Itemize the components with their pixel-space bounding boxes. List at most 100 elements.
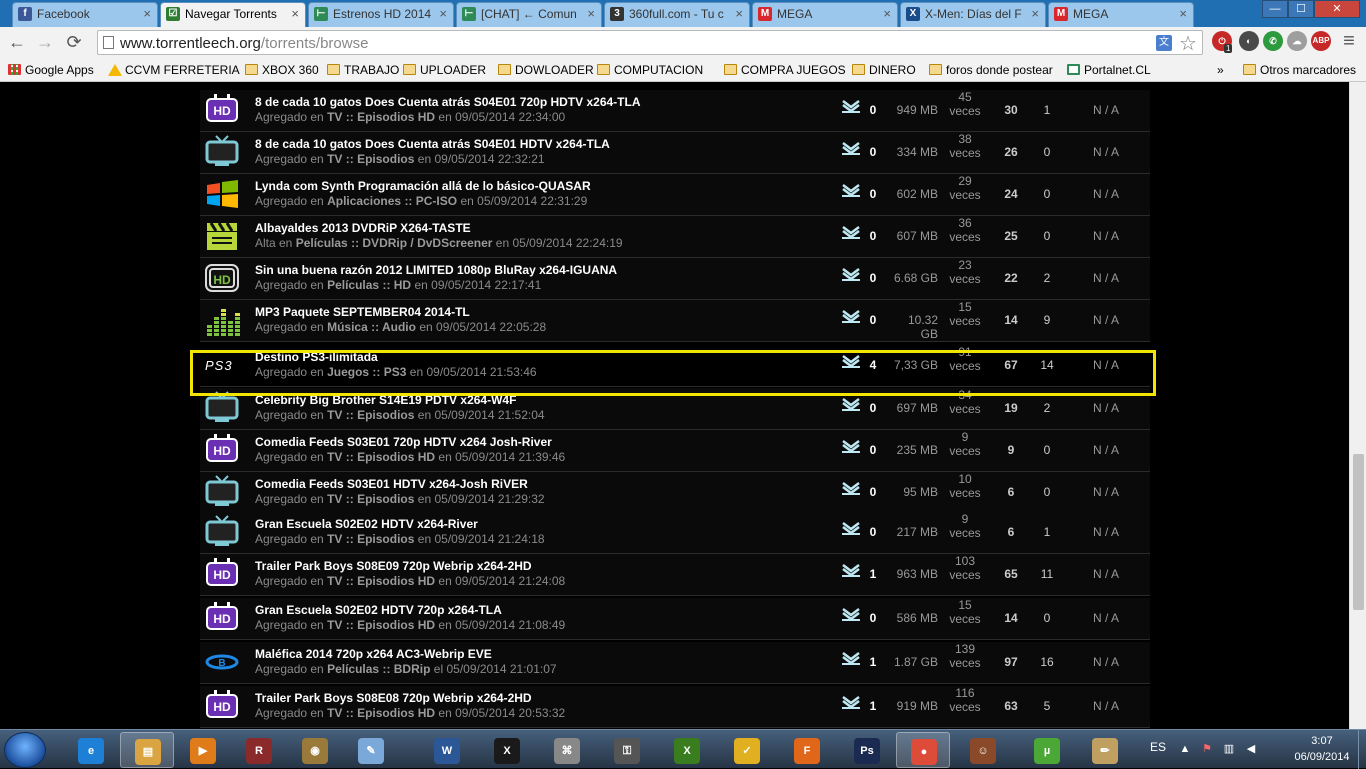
extension-icon[interactable]: ◐ bbox=[1239, 31, 1259, 51]
taskbar-usb-button[interactable]: ⚿ bbox=[600, 732, 654, 768]
torrent-row[interactable]: HD Sin una buena razón 2012 LIMITED 1080p… bbox=[200, 258, 1150, 300]
torrent-row[interactable]: B Maléfica 2014 720p x264 AC3-Webrip EVE A… bbox=[200, 642, 1150, 684]
category-link[interactable]: Aplicaciones :: PC-ISO bbox=[327, 194, 457, 208]
action-center-icon[interactable]: ⚑ bbox=[1200, 742, 1214, 756]
category-link[interactable]: TV :: Episodios bbox=[327, 152, 414, 166]
bookmark-6[interactable]: DOWLOADER bbox=[498, 62, 594, 78]
clock[interactable]: 3:07 06/09/2014 bbox=[1292, 733, 1352, 765]
torrent-row[interactable]: HD Comedia Feeds S03E01 720p HDTV x264 Jo… bbox=[200, 430, 1150, 472]
bookmark-3[interactable]: XBOX 360 bbox=[245, 62, 319, 78]
comments-count[interactable]: 0 bbox=[866, 485, 880, 499]
tab-1[interactable]: f Facebook × bbox=[12, 2, 158, 27]
vertical-scrollbar[interactable] bbox=[1349, 82, 1366, 729]
volume-icon[interactable]: ◀ bbox=[1244, 742, 1258, 756]
comments-count[interactable]: 0 bbox=[866, 401, 880, 415]
torrent-title-link[interactable]: Maléfica 2014 720p x264 AC3-Webrip EVE bbox=[255, 647, 492, 661]
taskbar-ie-button[interactable]: e bbox=[64, 732, 118, 768]
bookmark-13[interactable]: Otros marcadores bbox=[1243, 62, 1356, 78]
hangouts-icon[interactable]: ✆ bbox=[1263, 31, 1283, 51]
tab-close-icon[interactable]: × bbox=[291, 3, 299, 25]
show-desktop-button[interactable] bbox=[1358, 730, 1366, 769]
bookmark-star-icon[interactable]: ☆ bbox=[1179, 31, 1197, 56]
language-indicator[interactable]: ES bbox=[1150, 740, 1166, 754]
torrent-title-link[interactable]: Gran Escuela S02E02 HDTV x264-River bbox=[255, 517, 478, 531]
download-icon[interactable] bbox=[841, 397, 861, 411]
url-text[interactable]: www.torrentleech.org/torrents/browse bbox=[120, 35, 368, 52]
taskbar-chrome-button[interactable]: ● bbox=[896, 732, 950, 768]
torrent-row[interactable]: HD Trailer Park Boys S08E09 720p Webrip x… bbox=[200, 554, 1150, 596]
comments-count[interactable]: 0 bbox=[866, 525, 880, 539]
category-link[interactable]: Música :: Audio bbox=[327, 320, 416, 334]
category-link[interactable]: TV :: Episodios HD bbox=[327, 706, 435, 720]
torrent-title-link[interactable]: 8 de cada 10 gatos Does Cuenta atrás S04… bbox=[255, 137, 610, 151]
taskbar-winrar-button[interactable]: R bbox=[232, 732, 286, 768]
torrent-title-link[interactable]: 8 de cada 10 gatos Does Cuenta atrás S04… bbox=[255, 95, 641, 109]
torrent-row[interactable]: MP3 Paquete SEPTEMBER04 2014-TL Agregado … bbox=[200, 300, 1150, 342]
torrent-row[interactable]: 8 de cada 10 gatos Does Cuenta atrás S04… bbox=[200, 132, 1150, 174]
bookmark-8[interactable]: COMPRA JUEGOS bbox=[724, 62, 846, 78]
translate-icon[interactable]: 文 bbox=[1156, 35, 1172, 51]
tab-2[interactable]: ☑ Navegar Torrents × bbox=[160, 2, 306, 27]
taskbar-firefox-button[interactable]: F bbox=[780, 732, 834, 768]
download-icon[interactable] bbox=[841, 607, 861, 621]
torrent-title-link[interactable]: Sin una buena razón 2012 LIMITED 1080p B… bbox=[255, 263, 617, 277]
comments-count[interactable]: 0 bbox=[866, 313, 880, 327]
taskbar-notes-button[interactable]: ✎ bbox=[344, 732, 398, 768]
torrent-title-link[interactable]: Comedia Feeds S03E01 HDTV x264-Josh RiVE… bbox=[255, 477, 528, 491]
network-icon[interactable]: ▥ bbox=[1222, 742, 1236, 756]
comments-count[interactable]: 0 bbox=[866, 271, 880, 285]
window-maximize-button[interactable]: ☐ bbox=[1288, 0, 1314, 18]
torrent-row[interactable]: HD 8 de cada 10 gatos Does Cuenta atrás S… bbox=[200, 90, 1150, 132]
taskbar-word-button[interactable]: W bbox=[420, 732, 474, 768]
comments-count[interactable]: 1 bbox=[866, 655, 880, 669]
torrent-title-link[interactable]: Comedia Feeds S03E01 720p HDTV x264 Josh… bbox=[255, 435, 552, 449]
tab-close-icon[interactable]: × bbox=[1179, 3, 1187, 25]
bookmark-10[interactable]: foros donde postear bbox=[929, 62, 1053, 78]
torrent-title-link[interactable]: Albayaldes 2013 DVDRiP X264-TASTE bbox=[255, 221, 471, 235]
taskbar-paint-button[interactable]: ✏ bbox=[1078, 732, 1132, 768]
download-icon[interactable] bbox=[841, 481, 861, 495]
window-minimize-button[interactable]: — bbox=[1262, 0, 1288, 18]
bookmark-1[interactable]: Google Apps bbox=[8, 62, 94, 78]
comments-count[interactable]: 0 bbox=[866, 187, 880, 201]
category-link[interactable]: TV :: Episodios HD bbox=[327, 574, 435, 588]
category-link[interactable]: TV :: Episodios bbox=[327, 408, 414, 422]
bookmark-7[interactable]: COMPUTACION bbox=[597, 62, 703, 78]
torrent-title-link[interactable]: Gran Escuela S02E02 HDTV 720p x264-TLA bbox=[255, 603, 502, 617]
address-bar[interactable]: www.torrentleech.org/torrents/browse 文 ☆ bbox=[97, 30, 1203, 55]
reload-button[interactable]: ⟳ bbox=[63, 31, 85, 53]
download-icon[interactable] bbox=[841, 183, 861, 197]
taskbar-photoshop-button[interactable]: Ps bbox=[840, 732, 894, 768]
bookmark-4[interactable]: TRABAJO bbox=[327, 62, 399, 78]
bookmark-5[interactable]: UPLOADER bbox=[403, 62, 486, 78]
start-button[interactable] bbox=[4, 732, 46, 768]
comments-count[interactable]: 1 bbox=[866, 699, 880, 713]
scrollbar-thumb[interactable] bbox=[1353, 454, 1364, 610]
tray-expand-icon[interactable]: ▲ bbox=[1178, 742, 1192, 756]
category-link[interactable]: TV :: Episodios bbox=[327, 492, 414, 506]
download-icon[interactable] bbox=[841, 309, 861, 323]
download-icon[interactable] bbox=[841, 695, 861, 709]
category-link[interactable]: TV :: Episodios HD bbox=[327, 450, 435, 464]
download-icon[interactable] bbox=[841, 521, 861, 535]
comments-count[interactable]: 0 bbox=[866, 443, 880, 457]
taskbar-norton-button[interactable]: ✓ bbox=[720, 732, 774, 768]
tab-7[interactable]: X X-Men: Días del F × bbox=[900, 2, 1046, 27]
bookmark-2[interactable]: CCVM FERRETERIA bbox=[108, 62, 240, 78]
torrent-title-link[interactable]: Trailer Park Boys S08E08 720p Webrip x26… bbox=[255, 691, 532, 705]
taskbar-media-player-button[interactable]: ▶ bbox=[176, 732, 230, 768]
chrome-menu-icon[interactable]: ≡ bbox=[1338, 30, 1360, 52]
bookmark-9[interactable]: DINERO bbox=[852, 62, 916, 78]
category-link[interactable]: TV :: Episodios bbox=[327, 532, 414, 546]
download-icon[interactable] bbox=[841, 225, 861, 239]
cloud-icon[interactable]: ☁ bbox=[1287, 31, 1307, 51]
tab-close-icon[interactable]: × bbox=[883, 3, 891, 25]
forward-button[interactable]: → bbox=[34, 31, 56, 53]
taskbar-network-button[interactable]: ⌘ bbox=[540, 732, 594, 768]
torrent-title-link[interactable]: Trailer Park Boys S08E09 720p Webrip x26… bbox=[255, 559, 532, 573]
download-icon[interactable] bbox=[841, 439, 861, 453]
torrent-title-link[interactable]: Lynda com Synth Programación allá de lo … bbox=[255, 179, 591, 193]
category-link[interactable]: TV :: Episodios HD bbox=[327, 110, 435, 124]
window-close-button[interactable]: ✕ bbox=[1314, 0, 1360, 18]
tab-8[interactable]: M MEGA × bbox=[1048, 2, 1194, 27]
